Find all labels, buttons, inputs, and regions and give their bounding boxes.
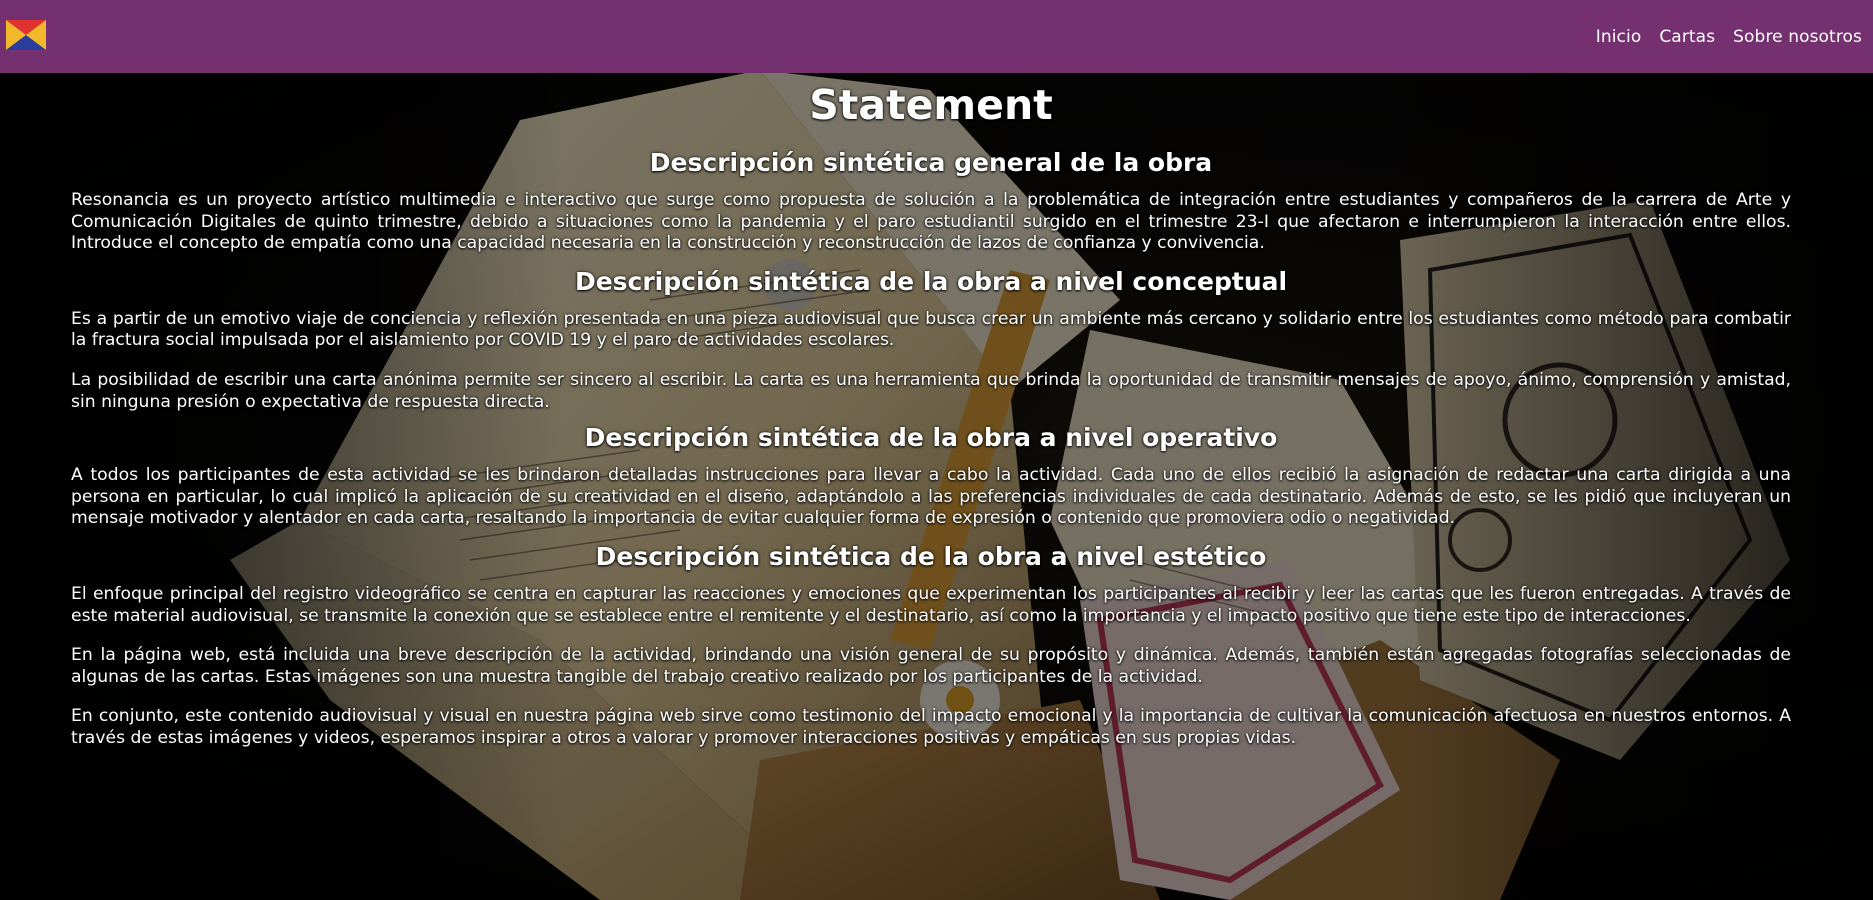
section-heading-estetico: Descripción sintética de la obra a nivel… bbox=[595, 541, 1267, 571]
paragraph-conceptual-2: La posibilidad de escribir una carta anó… bbox=[71, 369, 1791, 412]
page: Inicio Cartas Sobre nosotros Statement D… bbox=[0, 0, 1873, 900]
nav-link-inicio[interactable]: Inicio bbox=[1596, 27, 1642, 47]
paragraph-estetico-3: En conjunto, este contenido audiovisual … bbox=[71, 706, 1791, 748]
flag-triangles-logo-icon[interactable] bbox=[6, 20, 46, 50]
nav-link-sobre-nosotros[interactable]: Sobre nosotros bbox=[1733, 27, 1862, 47]
paragraph-general: Resonancia es un proyecto artístico mult… bbox=[71, 190, 1791, 254]
paragraph-operativo: A todos los participantes de esta activi… bbox=[71, 465, 1791, 529]
paragraph-conceptual-1: Es a partir de un emotivo viaje de conci… bbox=[71, 308, 1791, 351]
nav-link-cartas[interactable]: Cartas bbox=[1659, 27, 1715, 47]
page-title: Statement bbox=[809, 81, 1053, 129]
paragraph-estetico-1: El enfoque principal del registro videog… bbox=[71, 583, 1791, 626]
statement-content: Statement Descripción sintética general … bbox=[71, 73, 1791, 750]
section-heading-operativo: Descripción sintética de la obra a nivel… bbox=[584, 423, 1278, 453]
section-heading-general: Descripción sintética general de la obra bbox=[649, 148, 1213, 177]
nav-links: Inicio Cartas Sobre nosotros bbox=[1596, 0, 1862, 73]
section-heading-conceptual: Descripción sintética de la obra a nivel… bbox=[574, 266, 1288, 296]
paragraph-estetico-2: En la página web, está incluida una brev… bbox=[71, 645, 1791, 687]
top-navbar: Inicio Cartas Sobre nosotros bbox=[0, 0, 1873, 73]
